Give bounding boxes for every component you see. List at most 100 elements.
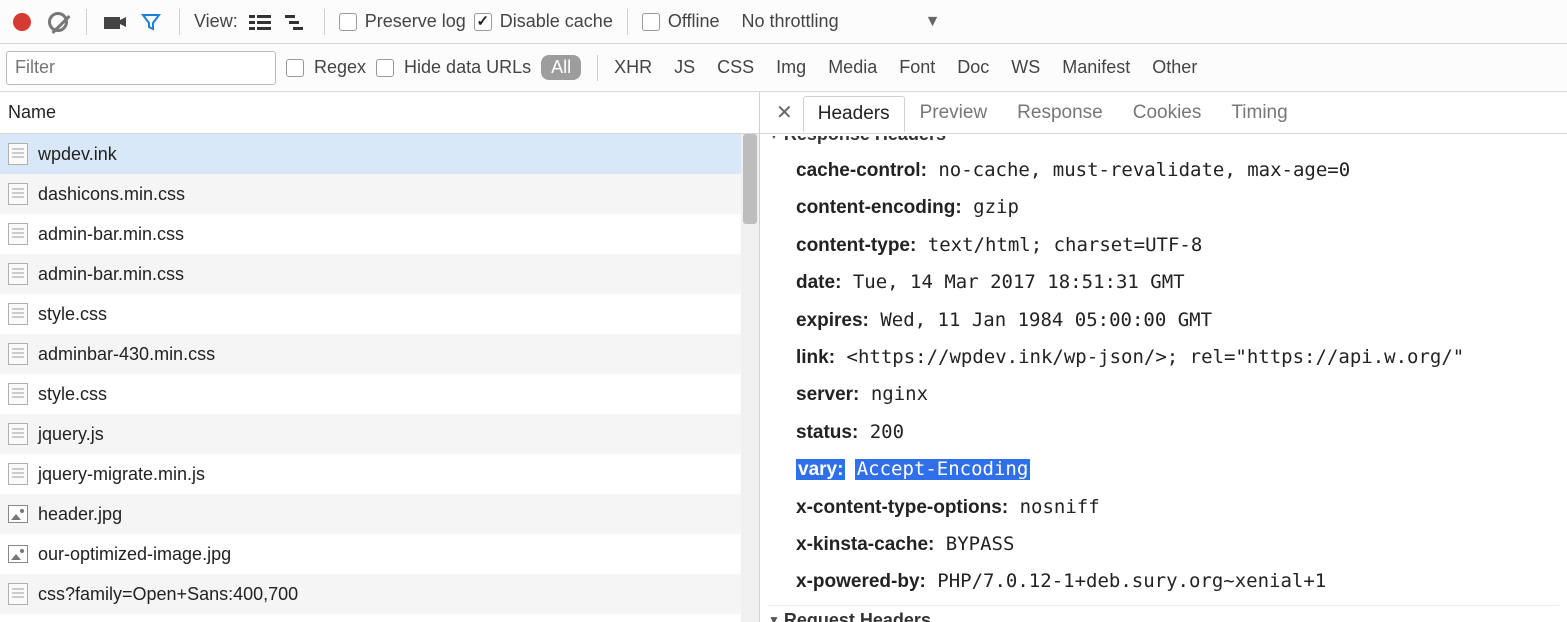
type-filter-css[interactable]: CSS: [717, 57, 754, 78]
header-row[interactable]: expires: Wed, 11 Jan 1984 05:00:00 GMT: [768, 302, 1559, 339]
request-row[interactable]: css?family=Open+Sans:400,700: [0, 574, 759, 614]
header-key: server:: [796, 384, 859, 405]
request-row[interactable]: style.css: [0, 294, 759, 334]
hide-data-urls-label[interactable]: Hide data URLs: [404, 57, 531, 78]
header-value: PHP/7.0.12-1+deb.sury.org~xenial+1: [926, 570, 1326, 592]
type-filter-img[interactable]: Img: [776, 57, 806, 78]
type-filter-font[interactable]: Font: [899, 57, 935, 78]
header-row[interactable]: x-kinsta-cache: BYPASS: [768, 526, 1559, 563]
request-row[interactable]: adminbar-430.min.css: [0, 334, 759, 374]
request-row[interactable]: dashicons.min.css: [0, 174, 759, 214]
view-large-rows-button[interactable]: [246, 8, 274, 36]
capture-screenshot-button[interactable]: [101, 8, 129, 36]
response-headers-section-cut: ▼Response Headers: [768, 136, 1559, 152]
type-filter-other[interactable]: Other: [1152, 57, 1197, 78]
header-value: <https://wpdev.ink/wp-json/>; rel="https…: [835, 346, 1464, 368]
request-name: admin-bar.min.css: [38, 224, 184, 245]
regex-checkbox[interactable]: [286, 59, 304, 77]
request-row[interactable]: wpdev.ink: [0, 134, 759, 174]
scrollbar[interactable]: [741, 134, 759, 622]
header-key: x-content-type-options:: [796, 497, 1008, 518]
header-row[interactable]: cache-control: no-cache, must-revalidate…: [768, 152, 1559, 189]
header-key: status:: [796, 422, 858, 443]
header-value: nosniff: [1008, 496, 1100, 518]
request-row[interactable]: style.css: [0, 374, 759, 414]
clear-icon: [48, 12, 68, 32]
request-list: wpdev.inkdashicons.min.css admin-bar.min.…: [0, 134, 759, 622]
type-filter-xhr[interactable]: XHR: [614, 57, 652, 78]
separator: [86, 9, 87, 35]
header-value: text/html; charset=UTF-8: [916, 234, 1202, 256]
tab-response[interactable]: Response: [1002, 95, 1118, 131]
type-filter-js[interactable]: JS: [674, 57, 695, 78]
regex-label[interactable]: Regex: [314, 57, 366, 78]
type-filter-ws[interactable]: WS: [1011, 57, 1040, 78]
offline-checkbox[interactable]: [642, 13, 660, 31]
header-row[interactable]: server: nginx: [768, 376, 1559, 413]
request-row[interactable]: header.jpg: [0, 494, 759, 534]
preserve-log-label[interactable]: Preserve log: [365, 11, 466, 32]
header-value: BYPASS: [934, 533, 1014, 555]
header-row[interactable]: vary: Accept-Encoding: [768, 451, 1559, 488]
header-row[interactable]: x-content-type-options: nosniff: [768, 489, 1559, 526]
close-detail-button[interactable]: ✕: [766, 100, 803, 125]
header-row[interactable]: link: <https://wpdev.ink/wp-json/>; rel=…: [768, 339, 1559, 376]
header-row[interactable]: date: Tue, 14 Mar 2017 18:51:31 GMT: [768, 264, 1559, 301]
filter-toggle-button[interactable]: [137, 8, 165, 36]
request-row[interactable]: admin-bar.min.css: [0, 254, 759, 294]
request-headers-title[interactable]: ▼ Request Headers: [768, 606, 1559, 622]
request-row[interactable]: jquery-migrate.min.js: [0, 454, 759, 494]
type-filter-manifest[interactable]: Manifest: [1062, 57, 1130, 78]
name-column-header[interactable]: Name: [0, 92, 759, 134]
offline-label[interactable]: Offline: [668, 11, 720, 32]
header-value: nginx: [859, 383, 928, 405]
network-toolbar-1: View: Preserve log Disable cache Offline…: [0, 0, 1567, 44]
header-row[interactable]: content-type: text/html; charset=UTF-8: [768, 227, 1559, 264]
tab-cookies[interactable]: Cookies: [1118, 95, 1217, 131]
document-file-icon: [8, 383, 28, 405]
request-row[interactable]: our-optimized-image.jpg: [0, 534, 759, 574]
disable-cache-label[interactable]: Disable cache: [500, 11, 613, 32]
header-row[interactable]: status: 200: [768, 414, 1559, 451]
header-key: link:: [796, 347, 835, 368]
type-filter-all[interactable]: All: [541, 55, 581, 80]
tab-headers[interactable]: Headers: [803, 96, 905, 132]
main-split: Name wpdev.inkdashicons.min.css admin-bar…: [0, 92, 1567, 622]
throttling-select[interactable]: No throttling: [742, 11, 839, 32]
request-name: admin-bar.min.css: [38, 264, 184, 285]
request-row[interactable]: admin-bar.min.css: [0, 214, 759, 254]
header-row[interactable]: x-powered-by: PHP/7.0.12-1+deb.sury.org~…: [768, 563, 1559, 600]
filter-input[interactable]: [6, 51, 276, 85]
header-row[interactable]: content-encoding: gzip: [768, 189, 1559, 226]
header-value: Wed, 11 Jan 1984 05:00:00 GMT: [869, 309, 1212, 331]
disable-cache-checkbox[interactable]: [474, 13, 492, 31]
record-button[interactable]: [8, 8, 36, 36]
separator: [627, 9, 628, 35]
type-filter-doc[interactable]: Doc: [957, 57, 989, 78]
headers-panel: ▼Response Headers cache-control: no-cach…: [760, 134, 1567, 622]
tab-timing[interactable]: Timing: [1216, 95, 1302, 131]
clear-button[interactable]: [44, 8, 72, 36]
view-waterfall-button[interactable]: [282, 8, 310, 36]
document-file-icon: [8, 223, 28, 245]
document-file-icon: [8, 343, 28, 365]
response-headers-title[interactable]: ▼Response Headers: [768, 136, 946, 149]
hide-data-urls-checkbox[interactable]: [376, 59, 394, 77]
detail-tabs: ✕ HeadersPreviewResponseCookiesTiming: [760, 92, 1567, 134]
header-key: expires:: [796, 310, 869, 331]
request-row[interactable]: jquery.js: [0, 414, 759, 454]
disclosure-triangle-icon: ▼: [768, 136, 780, 142]
throttling-dropdown-icon[interactable]: ▼: [925, 13, 941, 31]
type-filter-media[interactable]: Media: [828, 57, 877, 78]
header-value: no-cache, must-revalidate, max-age=0: [927, 159, 1350, 181]
header-key: content-encoding:: [796, 197, 962, 218]
tab-preview[interactable]: Preview: [905, 95, 1003, 131]
document-file-icon: [8, 263, 28, 285]
waterfall-icon: [285, 14, 307, 30]
camera-icon: [104, 14, 126, 30]
request-list-wrap: wpdev.inkdashicons.min.css admin-bar.min.…: [0, 134, 759, 622]
scroll-thumb[interactable]: [743, 134, 757, 224]
request-name: jquery-migrate.min.js: [38, 464, 205, 485]
preserve-log-checkbox[interactable]: [339, 13, 357, 31]
request-list-pane: Name wpdev.inkdashicons.min.css admin-bar…: [0, 92, 760, 622]
